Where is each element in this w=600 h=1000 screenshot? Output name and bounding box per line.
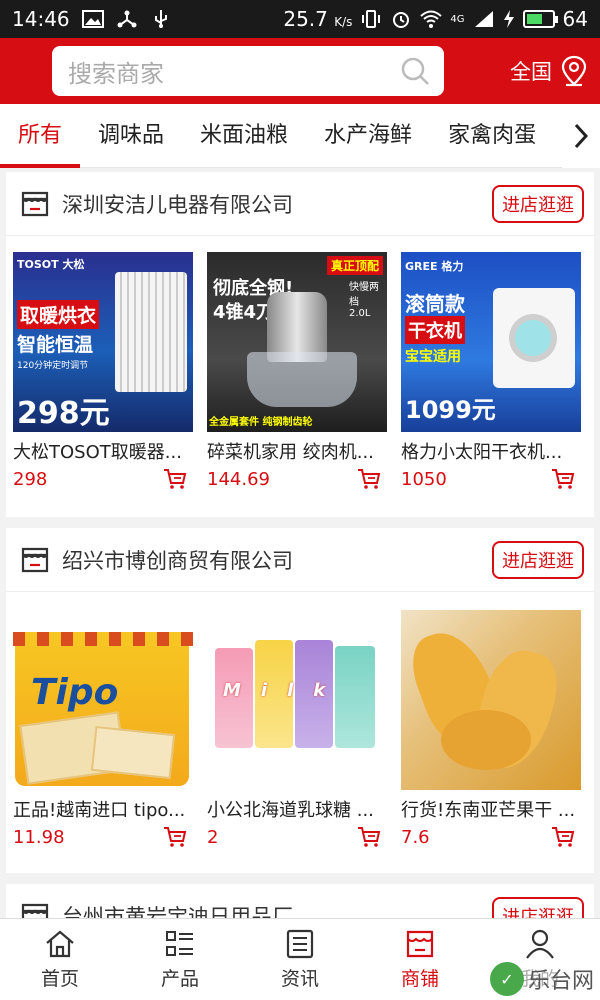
store-name[interactable]: 深圳安洁儿电器有限公司 bbox=[62, 189, 492, 219]
nav-label: 资讯 bbox=[280, 968, 319, 990]
product-name[interactable]: 小公北海道乳球糖 ... bbox=[207, 796, 387, 822]
product-image[interactable]: Tipo bbox=[13, 610, 193, 790]
product-image[interactable]: GREE 格力 滚筒款 干衣机 宝宝适用 1099元 bbox=[401, 252, 581, 432]
image-icon bbox=[81, 10, 104, 28]
list-icon bbox=[166, 931, 193, 956]
product-name[interactable]: 正品!越南进口 tipo... bbox=[13, 796, 193, 822]
product-name[interactable]: 碎菜机家用 绞肉机... bbox=[207, 438, 387, 464]
bottom-nav: 首页 产品 资讯 商铺 我的 ✓ 乐台网 bbox=[0, 918, 600, 1000]
product-image[interactable]: TOSOT 大松 取暖烘衣 智能恒温 120分钟定时调节 298元 bbox=[13, 252, 193, 432]
watermark-logo-icon: ✓ bbox=[489, 962, 524, 996]
nav-news[interactable]: 资讯 bbox=[240, 919, 360, 1000]
nav-home[interactable]: 首页 bbox=[0, 919, 120, 1000]
product-item[interactable]: Milk 小公北海道乳球糖 ... 2 bbox=[207, 610, 387, 848]
tab-grain-oil[interactable]: 米面油粮 bbox=[182, 104, 306, 168]
shop-icon bbox=[406, 930, 434, 958]
nav-label: 商铺 bbox=[400, 968, 439, 990]
tabs-more-button[interactable] bbox=[562, 103, 600, 168]
product-image[interactable]: Milk bbox=[207, 610, 387, 790]
tab-condiments[interactable]: 调味品 bbox=[80, 104, 182, 168]
tab-poultry-meat-egg[interactable]: 家禽肉蛋 bbox=[430, 104, 554, 168]
store-card: 绍兴市博创商贸有限公司 进店逛逛 Tipo 正品!越南进口 tipo... 11… bbox=[6, 528, 594, 873]
visit-store-button[interactable]: 进店逛逛 bbox=[492, 184, 584, 223]
header-bar: 搜索商家 全国 bbox=[0, 38, 600, 104]
product-item[interactable]: GREE 格力 滚筒款 干衣机 宝宝适用 1099元 格力小太阳干衣机... 1… bbox=[401, 252, 581, 490]
product-price: 144.69 bbox=[207, 468, 270, 490]
cart-icon[interactable] bbox=[551, 468, 575, 490]
search-icon[interactable] bbox=[400, 56, 430, 86]
search-input[interactable]: 搜索商家 bbox=[52, 46, 444, 96]
tab-seafood[interactable]: 水产海鲜 bbox=[306, 104, 430, 168]
cart-icon[interactable] bbox=[357, 826, 381, 848]
product-image[interactable]: 真正顶配 彻底全钢! 4锥4刀头 快慢两档 2.0L 全金属套件 纯钢制齿轮 bbox=[207, 252, 387, 432]
product-item[interactable]: Tipo 正品!越南进口 tipo... 11.98 bbox=[13, 610, 193, 848]
status-bar: 14:46 25.7 K/s 4G 64 bbox=[0, 0, 600, 38]
category-tabs: 所有 调味品 米面油粮 水产海鲜 家禽肉蛋 bbox=[0, 103, 600, 168]
product-price: 1050 bbox=[401, 468, 447, 490]
product-image[interactable] bbox=[401, 610, 581, 790]
usb-icon bbox=[154, 10, 167, 28]
chevron-right-icon bbox=[574, 123, 589, 148]
network-speed: 25.7 K/s bbox=[283, 7, 353, 31]
watermark: ✓ 乐台网 bbox=[489, 962, 594, 996]
search-placeholder: 搜索商家 bbox=[68, 59, 164, 88]
product-name[interactable]: 行货!东南亚芒果干 ... bbox=[401, 796, 581, 822]
nav-label: 首页 bbox=[40, 968, 79, 990]
region-selector[interactable]: 全国 bbox=[510, 55, 588, 87]
nav-label: 产品 bbox=[160, 968, 199, 990]
cart-icon[interactable] bbox=[163, 468, 187, 490]
cart-icon[interactable] bbox=[357, 468, 381, 490]
visit-store-button[interactable]: 进店逛逛 bbox=[492, 540, 584, 579]
home-icon bbox=[46, 930, 74, 958]
signal-label: 4G bbox=[450, 13, 465, 25]
store-card: 深圳安洁儿电器有限公司 进店逛逛 TOSOT 大松 取暖烘衣 智能恒温 120分… bbox=[6, 172, 594, 517]
wifi-icon bbox=[420, 10, 443, 28]
cart-icon[interactable] bbox=[551, 826, 575, 848]
product-price: 298 bbox=[13, 468, 48, 490]
user-icon bbox=[526, 929, 554, 959]
vibrate-icon bbox=[362, 10, 381, 28]
share-icon bbox=[117, 10, 137, 28]
news-icon bbox=[286, 929, 314, 959]
location-pin-icon bbox=[561, 55, 587, 87]
product-name[interactable]: 格力小太阳干衣机... bbox=[401, 438, 581, 464]
signal-icon bbox=[474, 11, 493, 27]
nav-shops[interactable]: 商铺 bbox=[360, 919, 480, 1000]
watermark-text: 乐台网 bbox=[527, 969, 594, 994]
product-price: 2 bbox=[207, 826, 219, 848]
region-label: 全国 bbox=[510, 60, 552, 84]
battery-icon bbox=[522, 10, 558, 28]
product-price: 7.6 bbox=[401, 826, 430, 848]
status-time: 14:46 bbox=[12, 7, 70, 31]
product-item[interactable]: TOSOT 大松 取暖烘衣 智能恒温 120分钟定时调节 298元 大松TOSO… bbox=[13, 252, 193, 490]
store-icon bbox=[21, 547, 49, 572]
nav-products[interactable]: 产品 bbox=[120, 919, 240, 1000]
battery-level: 64 bbox=[562, 7, 588, 31]
store-name[interactable]: 绍兴市博创商贸有限公司 bbox=[62, 545, 492, 575]
cart-icon[interactable] bbox=[163, 826, 187, 848]
product-item[interactable]: 真正顶配 彻底全钢! 4锥4刀头 快慢两档 2.0L 全金属套件 纯钢制齿轮 碎… bbox=[207, 252, 387, 490]
product-item[interactable]: 行货!东南亚芒果干 ... 7.6 bbox=[401, 610, 581, 848]
product-name[interactable]: 大松TOSOT取暖器... bbox=[13, 438, 193, 464]
charging-icon bbox=[503, 10, 514, 28]
alarm-icon bbox=[393, 12, 410, 28]
tab-all[interactable]: 所有 bbox=[0, 104, 81, 168]
store-icon bbox=[21, 191, 49, 216]
product-price: 11.98 bbox=[13, 826, 65, 848]
